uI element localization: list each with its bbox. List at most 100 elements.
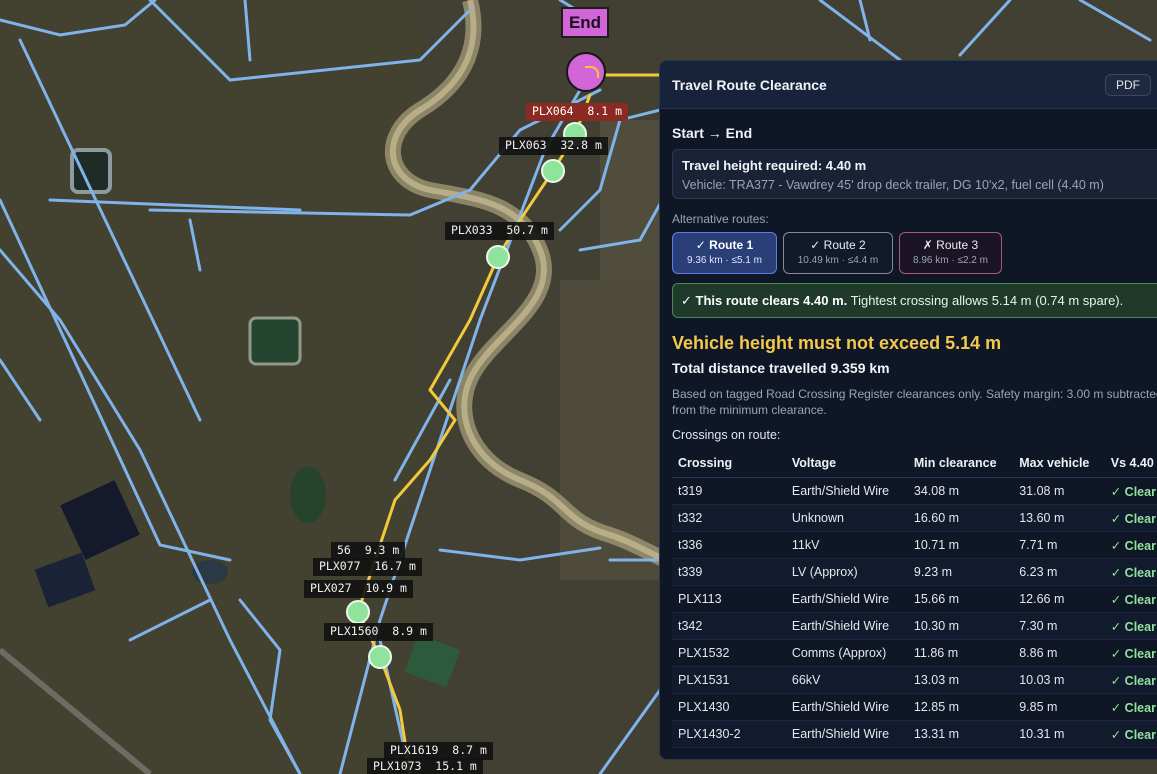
crossing-node[interactable] <box>486 245 510 269</box>
crossing-label[interactable]: PLX077 16.7 m <box>313 558 422 576</box>
route-name: ✓ Route 1 <box>695 238 754 252</box>
crossing-label[interactable]: PLX064 8.1 m <box>526 103 629 121</box>
table-row[interactable]: PLX1430-2 Earth/Shield Wire 13.31 m 10.31 m… <box>672 720 1157 748</box>
table-row[interactable]: t339 LV (Approx) 9.23 m 6.23 m ✓ Clear <box>672 558 1157 586</box>
voltage-cell: 66kV <box>785 666 908 694</box>
status-cell: ✓ Clear <box>1104 531 1157 559</box>
route-clears-banner: ✓ This route clears 4.40 m. Tightest cro… <box>672 283 1157 318</box>
min-clearance-cell: 13.03 m <box>907 666 1014 694</box>
status-cell: ✓ Clear <box>1104 477 1157 505</box>
table-row[interactable]: PLX1532 Comms (Approx) 11.86 m 8.86 m ✓ Clea… <box>672 639 1157 667</box>
crossing-label[interactable]: PLX063 32.8 m <box>499 137 608 155</box>
crossing-cell: t342 <box>672 612 786 640</box>
crossing-node[interactable] <box>346 600 370 624</box>
crossing-cell: PLX1430-2 <box>672 720 786 748</box>
crossing-node[interactable] <box>541 159 565 183</box>
status-cell: ✓ Clear <box>1104 666 1157 694</box>
min-clearance-cell: 9.23 m <box>907 558 1014 586</box>
crossing-cell: t332 <box>672 504 786 532</box>
table-row[interactable]: t332 Unknown 16.60 m 13.60 m ✓ Clear <box>672 504 1157 532</box>
table-row[interactable]: PLX113 Earth/Shield Wire 15.66 m 12.66 m ✓ C… <box>672 585 1157 613</box>
status-cell: ✓ Clear <box>1104 612 1157 640</box>
max-height-warning: Vehicle height must not exceed 5.14 m <box>672 333 1002 353</box>
voltage-cell: Earth/Shield Wire <box>785 693 908 721</box>
crossing-label[interactable]: PLX1073 15.1 m <box>367 758 483 774</box>
route-summary: 8.96 km · ≤2.2 m <box>913 255 988 266</box>
min-clearance-cell: 10.71 m <box>907 531 1014 559</box>
status-cell: ✓ Clear <box>1104 504 1157 532</box>
column-header[interactable]: Crossing <box>672 450 786 478</box>
min-clearance-cell: 13.31 m <box>907 720 1014 748</box>
alternative-routes-label: Alternative routes: <box>672 212 769 226</box>
table-row[interactable]: t336 11kV 10.71 m 7.71 m ✓ Clear <box>672 531 1157 559</box>
voltage-cell: Comms (Approx) <box>785 639 908 667</box>
requirement-box: Travel height required: 4.40 m Vehicle: … <box>672 149 1157 199</box>
voltage-cell: Earth/Shield Wire <box>785 585 908 613</box>
table-header-row: Crossing Voltage Min clearance Max vehic… <box>672 450 1157 478</box>
panel-header: Travel Route Clearance PDF <box>660 61 1157 109</box>
travel-height-required: Travel height required: 4.40 m <box>682 158 867 173</box>
route-selector: ✓ Route 1 9.36 km · ≤5.1 m ✓ Route 2 10.… <box>672 232 1156 274</box>
voltage-cell: Earth/Shield Wire <box>785 720 908 748</box>
max-vehicle-cell: 10.31 m <box>1013 720 1105 748</box>
crossing-cell: PLX1430 <box>672 693 786 721</box>
table-row[interactable]: t319 Earth/Shield Wire 34.08 m 31.08 m ✓ Cle… <box>672 477 1157 505</box>
voltage-cell: LV (Approx) <box>785 558 908 586</box>
max-vehicle-cell: 7.30 m <box>1013 612 1105 640</box>
vehicle-description: Vehicle: TRA377 - Vawdrey 45' drop deck … <box>682 178 1104 192</box>
voltage-cell: Unknown <box>785 504 908 532</box>
end-badge: End <box>561 7 609 38</box>
status-cell: ✓ Clear <box>1104 720 1157 748</box>
max-vehicle-cell: 9.85 m <box>1013 693 1105 721</box>
route-summary: 9.36 km · ≤5.1 m <box>687 255 762 266</box>
end-marker[interactable] <box>566 52 606 92</box>
max-vehicle-cell: 10.03 m <box>1013 666 1105 694</box>
max-vehicle-cell: 12.66 m <box>1013 585 1105 613</box>
total-distance: Total distance travelled 9.359 km <box>672 360 890 376</box>
max-vehicle-cell: 31.08 m <box>1013 477 1105 505</box>
route-name: ✓ Route 2 <box>810 238 866 252</box>
column-header[interactable]: Vs 4.40 <box>1104 450 1157 478</box>
clear-status: ✓ This route clears 4.40 m. <box>681 293 848 308</box>
route-name: ✗ Route 3 <box>922 238 979 252</box>
crossing-cell: PLX1532 <box>672 639 786 667</box>
crossings-label: Crossings on route: <box>672 428 781 442</box>
status-cell: ✓ Clear <box>1104 558 1157 586</box>
max-vehicle-cell: 13.60 m <box>1013 504 1105 532</box>
safety-note: Based on tagged Road Crossing Register c… <box>672 387 1157 417</box>
min-clearance-cell: 15.66 m <box>907 585 1014 613</box>
crossing-node[interactable] <box>368 645 392 669</box>
route-1-button[interactable]: ✓ Route 1 9.36 km · ≤5.1 m <box>672 232 777 274</box>
crossing-label[interactable]: PLX027 10.9 m <box>304 580 413 598</box>
voltage-cell: 11kV <box>785 531 908 559</box>
min-clearance-cell: 12.85 m <box>907 693 1014 721</box>
crossing-cell: t339 <box>672 558 786 586</box>
status-cell: ✓ Clear <box>1104 693 1157 721</box>
min-clearance-cell: 10.30 m <box>907 612 1014 640</box>
route-heading: Start → End <box>672 125 753 141</box>
route-summary: 10.49 km · ≤4.4 m <box>797 255 879 266</box>
pdf-button[interactable]: PDF <box>1105 74 1151 96</box>
voltage-cell: Earth/Shield Wire <box>785 612 908 640</box>
column-header[interactable]: Min clearance <box>907 450 1014 478</box>
min-clearance-cell: 34.08 m <box>907 477 1014 505</box>
crossing-label[interactable]: PLX1560 8.9 m <box>324 623 433 641</box>
status-cell: ✓ Clear <box>1104 639 1157 667</box>
max-vehicle-cell: 8.86 m <box>1013 639 1105 667</box>
table-row[interactable]: t342 Earth/Shield Wire 10.30 m 7.30 m ✓ Clea… <box>672 612 1157 640</box>
table-row[interactable]: PLX1531 66kV 13.03 m 10.03 m ✓ Clear <box>672 666 1157 694</box>
status-cell: ✓ Clear <box>1104 585 1157 613</box>
crossing-label[interactable]: PLX033 50.7 m <box>445 222 554 240</box>
max-vehicle-cell: 7.71 m <box>1013 531 1105 559</box>
clear-detail: Tightest crossing allows 5.14 m (0.74 m … <box>847 293 1124 308</box>
min-clearance-cell: 11.86 m <box>907 639 1014 667</box>
route-3-button[interactable]: ✗ Route 3 8.96 km · ≤2.2 m <box>899 232 1002 274</box>
crossing-cell: PLX1531 <box>672 666 786 694</box>
crossing-cell: PLX113 <box>672 585 786 613</box>
column-header[interactable]: Voltage <box>785 450 908 478</box>
column-header[interactable]: Max vehicle <box>1013 450 1105 478</box>
voltage-cell: Earth/Shield Wire <box>785 477 908 505</box>
route-2-button[interactable]: ✓ Route 2 10.49 km · ≤4.4 m <box>783 232 893 274</box>
max-vehicle-cell: 6.23 m <box>1013 558 1105 586</box>
table-row[interactable]: PLX1430 Earth/Shield Wire 12.85 m 9.85 m ✓ C… <box>672 693 1157 721</box>
